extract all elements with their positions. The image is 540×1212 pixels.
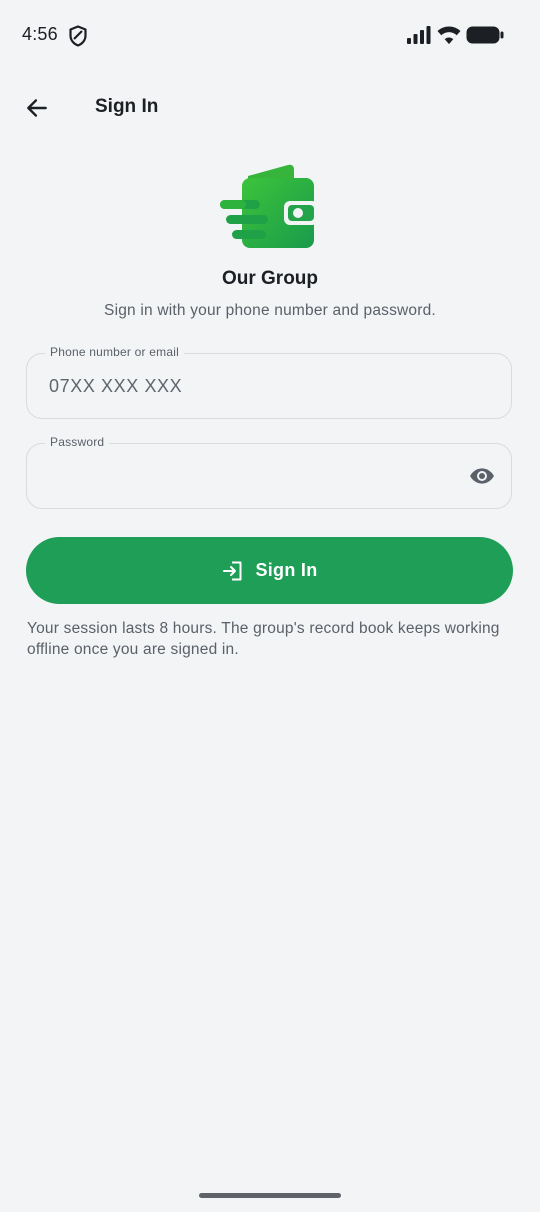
session-note: Your session lasts 8 hours. The group's … — [27, 620, 500, 658]
phone-field[interactable]: Phone number or email — [26, 345, 512, 419]
group-name: Our Group — [221, 268, 319, 289]
shield-icon — [69, 25, 87, 47]
eye-icon — [470, 468, 494, 484]
back-button[interactable] — [14, 85, 60, 131]
sign-in-button[interactable]: Sign In — [26, 537, 513, 604]
home-indicator[interactable] — [199, 1193, 341, 1198]
show-password-toggle[interactable] — [467, 461, 497, 491]
battery-icon — [466, 26, 504, 44]
app-bar: Sign In — [0, 80, 540, 136]
password-input[interactable] — [49, 444, 469, 508]
password-field[interactable]: Password — [26, 435, 512, 509]
status-time: 4:56 — [22, 24, 58, 44]
wifi-icon — [437, 26, 461, 44]
sign-in-button-label: Sign In — [255, 560, 318, 580]
subtitle: Sign in with your phone number and passw… — [104, 302, 436, 319]
signal-icon — [407, 26, 431, 44]
status-bar: 4:56 — [0, 0, 540, 70]
login-icon — [223, 561, 242, 580]
wallet-icon — [220, 164, 318, 248]
page-title: Sign In — [95, 96, 159, 117]
phone-input[interactable] — [49, 354, 469, 418]
arrow-left-icon — [27, 99, 47, 117]
